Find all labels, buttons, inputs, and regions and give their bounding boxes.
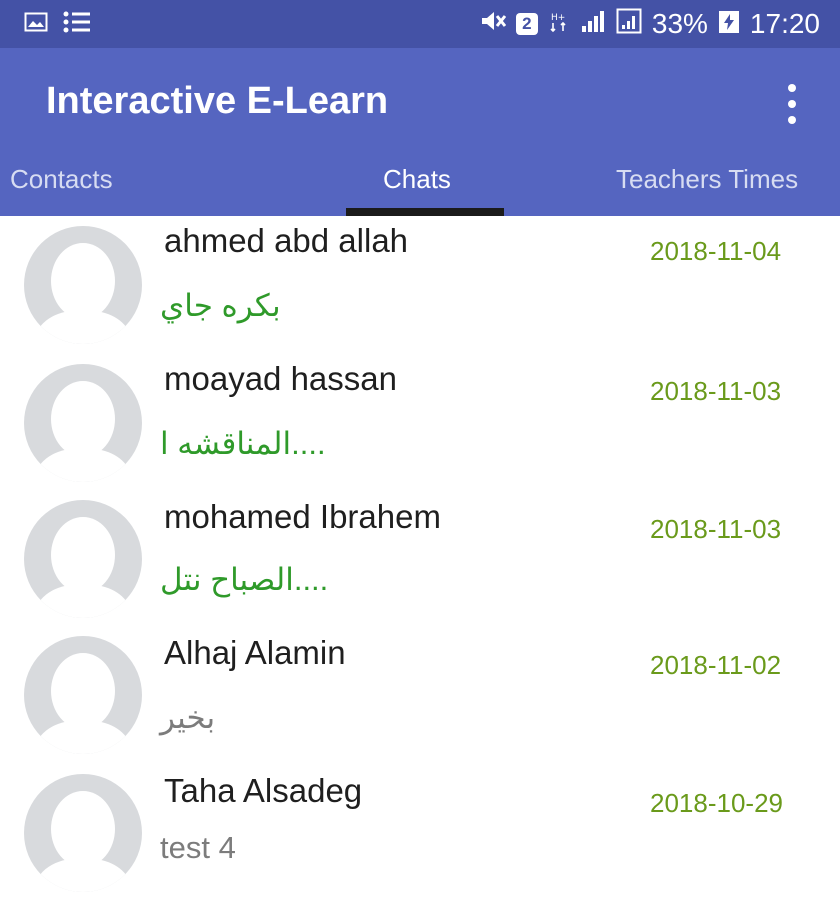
overflow-menu-icon[interactable] — [780, 84, 804, 124]
last-message: test 4 — [160, 830, 236, 865]
battery-charging-icon — [718, 8, 740, 41]
chat-row[interactable]: mohamed Ibrahem الصباح نتل.... 2018-11-0… — [0, 492, 840, 630]
message-date: 2018-11-03 — [650, 514, 782, 544]
message-date: 2018-11-04 — [650, 236, 782, 266]
message-date: 2018-10-29 — [650, 788, 783, 818]
gallery-icon — [24, 11, 48, 38]
mute-icon — [478, 8, 507, 40]
message-date: 2018-11-03 — [650, 376, 782, 406]
chat-row[interactable]: moayad hassan المناقشه ا.... 2018-11-03 — [0, 354, 840, 492]
signal-2-icon — [616, 8, 642, 41]
status-left-icons — [24, 10, 92, 38]
last-message: بخير — [160, 700, 216, 735]
contact-name: Taha Alsadeg — [164, 772, 363, 809]
avatar — [24, 636, 142, 754]
clock: 17:20 — [749, 8, 820, 39]
overflow-dot — [788, 100, 796, 108]
tab-indicator — [346, 208, 504, 216]
app-bar: Interactive E-Learn Contacts Chats Teach… — [0, 48, 840, 216]
chat-row[interactable]: Alhaj Alamin بخير 2018-11-02 — [0, 630, 840, 768]
app-title: Interactive E-Learn — [46, 80, 389, 122]
avatar — [24, 364, 142, 482]
overflow-dot — [788, 116, 796, 124]
avatar — [24, 500, 142, 618]
contact-name: ahmed abd allah — [164, 222, 409, 259]
last-message: بكره جاي — [160, 288, 281, 323]
avatar — [24, 226, 142, 344]
data-icon: H+ — [548, 11, 570, 38]
sim-2-icon: 2 — [515, 13, 538, 35]
svg-text:H+: H+ — [551, 13, 565, 23]
signal-icon — [580, 8, 606, 40]
tab-teachers-times[interactable]: Teachers Times — [616, 164, 798, 195]
contact-name: moayad hassan — [164, 360, 397, 397]
notification-list-icon — [62, 10, 92, 39]
chat-row[interactable]: Taha Alsadeg test 4 2018-10-29 — [0, 768, 840, 906]
contact-name: Alhaj Alamin — [164, 634, 346, 671]
status-bar: 2 H+ 33% 17:20 — [0, 0, 840, 48]
message-date: 2018-11-02 — [650, 650, 782, 680]
last-message: الصباح نتل.... — [160, 562, 329, 597]
contact-name: mohamed Ibrahem — [164, 498, 441, 535]
status-right-icons: 2 H+ 33% 17:20 — [478, 8, 820, 40]
battery-percent: 33% — [651, 8, 708, 39]
tab-chats[interactable]: Chats — [383, 164, 451, 195]
overflow-dot — [788, 84, 796, 92]
tab-contacts[interactable]: Contacts — [10, 164, 113, 195]
last-message: المناقشه ا.... — [160, 426, 326, 461]
avatar — [24, 774, 142, 892]
chat-row[interactable]: ahmed abd allah بكره جاي 2018-11-04 — [0, 216, 840, 354]
